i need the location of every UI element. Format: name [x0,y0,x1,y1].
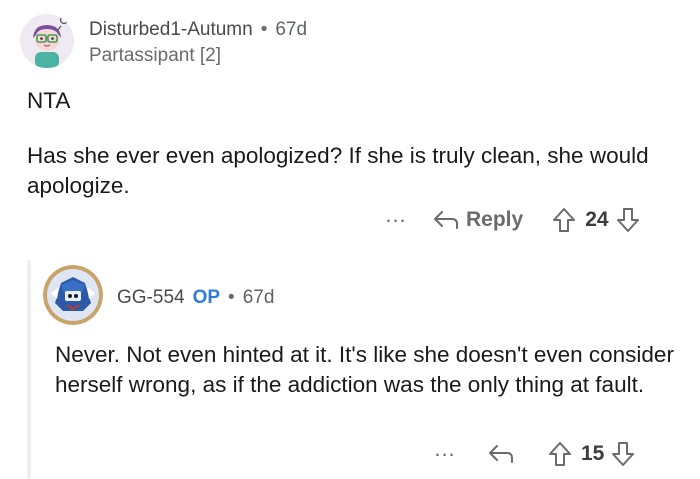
upvote-button[interactable] [551,206,577,234]
comment-reply: GG-554 OP • 67d Never. Not even hinted a… [0,250,700,479]
comment-body-line: NTA [27,88,71,113]
avatar[interactable] [43,265,103,325]
comment-age: 67d [242,287,275,308]
vote-score: 15 [581,442,605,465]
username[interactable]: GG-554 [117,287,185,309]
downvote-button[interactable] [610,440,636,468]
reply-arrow-icon [489,445,513,463]
separator-dot: • [228,287,235,308]
more-options-button[interactable]: ... [376,204,416,230]
comment-age: 67d [275,19,308,40]
separator-dot: • [260,19,268,40]
vote-score: 24 [585,208,609,231]
user-flair: Partassipant [2] [89,45,222,66]
more-options-button[interactable]: ... [425,438,465,464]
upvote-arrow-icon [549,442,571,466]
upvote-arrow-icon [553,208,576,232]
comment-actions: ... 15 [425,436,636,472]
reply-button[interactable] [487,442,515,466]
comment-body: Never. Not even hinted at it. It's like … [55,342,674,397]
downvote-arrow-icon [616,208,639,232]
downvote-arrow-icon [612,442,635,466]
comment-meta: GG-554 OP • 67d [117,287,274,309]
comment-body-line: Has she ever even apologized? If she is … [27,143,649,198]
reply-arrow-icon [434,211,458,229]
reply-label: Reply [466,208,524,231]
upvote-button[interactable] [547,440,573,468]
reply-button[interactable]: Reply [432,208,523,232]
comment-meta: Disturbed1-Autumn • 67d [89,19,307,41]
robot-avatar-icon [43,265,103,325]
comment-actions: ... Reply 24 [376,202,641,238]
op-badge: OP [192,287,221,308]
downvote-button[interactable] [615,206,641,234]
comment: Disturbed1-Autumn • 67d Partassipant [2]… [0,0,700,250]
avatar[interactable] [20,14,74,68]
snoo-avatar-icon [20,14,74,68]
username[interactable]: Disturbed1-Autumn [89,19,253,41]
